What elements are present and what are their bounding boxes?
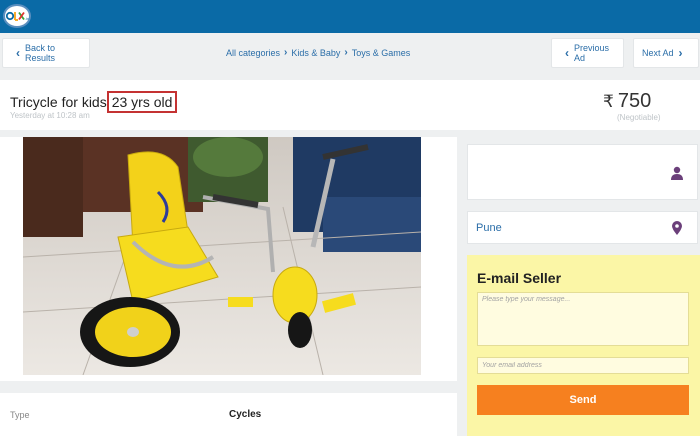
olx-logo[interactable]: .in — [3, 4, 31, 28]
ad-title: Tricycle for kids 23 yrs old — [10, 91, 178, 113]
next-ad-button[interactable]: Next Ad › — [633, 38, 699, 68]
top-bar: .in — [0, 0, 700, 33]
breadcrumb-kids-baby[interactable]: Kids & Baby — [291, 48, 340, 58]
chevron-left-icon: ‹ — [16, 46, 20, 60]
location-box: Pune — [467, 211, 698, 244]
price: ₹750 — [603, 90, 651, 113]
ad-navigation: ‹ Back to Results All categories › Kids … — [0, 38, 700, 70]
email-seller-panel: E-mail Seller Send — [467, 255, 700, 436]
rupee-icon: ₹ — [603, 92, 614, 111]
previous-ad-label: Previous Ad — [574, 43, 610, 63]
spec-type-value: Cycles — [229, 409, 262, 420]
age-highlight: 23 yrs old — [106, 91, 178, 113]
negotiable-note: (Negotiable) — [617, 113, 661, 122]
chevron-right-icon: › — [678, 46, 683, 60]
breadcrumb-all-categories[interactable]: All categories — [226, 48, 280, 58]
ad-specs: Type Cycles — [0, 393, 457, 436]
previous-ad-button[interactable]: ‹ Previous Ad — [551, 38, 624, 68]
breadcrumb-toys-games[interactable]: Toys & Games — [352, 48, 411, 58]
photo-panel — [0, 137, 457, 381]
chevron-left-icon: ‹ — [565, 46, 569, 60]
ad-title-text: Tricycle for kids — [10, 94, 107, 110]
back-to-results-button[interactable]: ‹ Back to Results — [2, 38, 90, 68]
map-pin-icon — [672, 221, 682, 235]
olx-logo-mark: .in — [5, 11, 29, 21]
chevron-right-icon: › — [284, 47, 288, 58]
email-field[interactable] — [477, 357, 689, 374]
message-field[interactable] — [477, 292, 689, 346]
spec-type-label: Type — [10, 410, 30, 420]
person-icon — [671, 166, 683, 180]
ad-title-bar: Tricycle for kids 23 yrs old Yesterday a… — [0, 80, 700, 130]
seller-box — [467, 144, 698, 200]
ad-photo[interactable] — [23, 137, 421, 375]
next-ad-label: Next Ad — [642, 48, 674, 58]
svg-text:.in: .in — [25, 16, 29, 21]
chevron-right-icon: › — [344, 47, 348, 58]
tricycle-photo — [23, 137, 421, 375]
location-text[interactable]: Pune — [476, 222, 502, 234]
posted-time: Yesterday at 10:28 am — [10, 111, 90, 120]
send-button[interactable]: Send — [477, 385, 689, 415]
email-seller-title: E-mail Seller — [477, 270, 562, 286]
breadcrumb: All categories › Kids & Baby › Toys & Ga… — [226, 47, 410, 58]
back-label: Back to Results — [25, 43, 56, 63]
price-value: 750 — [617, 90, 652, 112]
